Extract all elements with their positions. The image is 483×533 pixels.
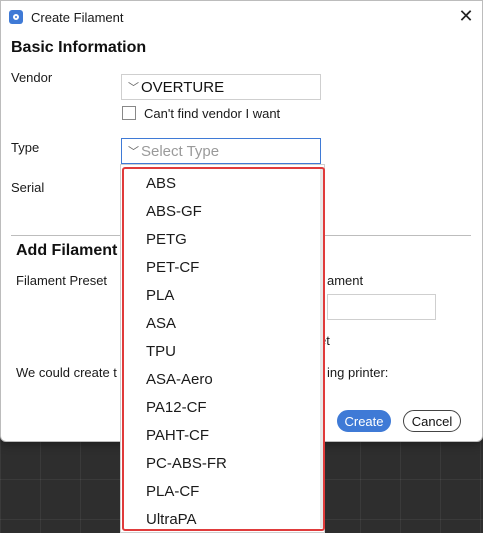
app-icon	[9, 10, 23, 24]
chevron-down-icon: ﹀	[128, 82, 139, 94]
cancel-button[interactable]: Cancel	[403, 410, 461, 432]
window-title: Create Filament	[31, 10, 124, 25]
type-option-abs[interactable]: ABS	[146, 175, 176, 192]
create-info-text-start: We could create t	[16, 365, 117, 380]
type-option-tpu[interactable]: TPU	[146, 343, 176, 360]
right-input[interactable]	[327, 294, 436, 320]
title-bar: Create Filament ✕	[1, 1, 482, 33]
type-option-asa-aero[interactable]: ASA-Aero	[146, 371, 213, 388]
type-option-asa[interactable]: ASA	[146, 315, 176, 332]
type-option-ultrapa[interactable]: UltraPA	[146, 511, 197, 528]
close-icon[interactable]: ✕	[456, 6, 476, 26]
vendor-value: OVERTURE	[141, 78, 225, 96]
type-option-abs-gf[interactable]: ABS-GF	[146, 203, 202, 220]
basic-information-heading: Basic Information	[11, 39, 147, 56]
add-filament-heading: Add Filament	[16, 242, 118, 259]
chevron-down-icon: ﹀	[128, 146, 139, 158]
type-option-pa12-cf[interactable]: PA12-CF	[146, 399, 207, 416]
type-placeholder: Select Type	[141, 142, 220, 160]
type-combobox[interactable]: ﹀ Select Type	[121, 138, 321, 164]
dropdown-scrollbar[interactable]	[320, 168, 323, 528]
vendor-label: Vendor	[11, 70, 53, 85]
vendor-combobox[interactable]: ﹀ OVERTURE	[121, 74, 321, 100]
type-option-petg[interactable]: PETG	[146, 231, 187, 248]
type-option-pc-abs-fr[interactable]: PC-ABS-FR	[146, 455, 227, 472]
create-info-text-end: ing printer:	[327, 365, 389, 380]
type-option-pet-cf[interactable]: PET-CF	[146, 259, 199, 276]
serial-label: Serial	[11, 180, 45, 195]
type-option-pla-cf[interactable]: PLA-CF	[146, 483, 199, 500]
right-label-fragment: ament	[327, 273, 364, 288]
type-option-paht-cf[interactable]: PAHT-CF	[146, 427, 209, 444]
cant-find-vendor-checkbox[interactable]	[122, 106, 136, 120]
type-label: Type	[11, 140, 40, 155]
create-button[interactable]: Create	[337, 410, 391, 432]
cant-find-vendor-label: Can't find vendor I want	[144, 106, 281, 121]
type-option-pla[interactable]: PLA	[146, 287, 174, 304]
filament-preset-label: Filament Preset	[16, 273, 108, 288]
